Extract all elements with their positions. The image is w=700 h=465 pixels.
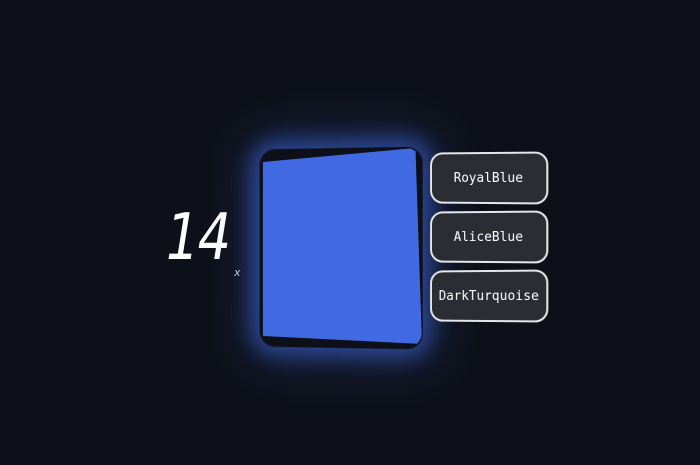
answer-option-aliceblue[interactable]: AliceBlue	[430, 210, 549, 264]
answer-option-royalblue[interactable]: RoyalBlue	[430, 151, 549, 205]
color-swatch	[262, 148, 422, 344]
streak-counter: 14	[166, 201, 231, 275]
color-swatch-card	[258, 148, 422, 348]
answer-options: RoyalBlue AliceBlue DarkTurquoise	[428, 151, 554, 329]
answer-option-darkturquoise[interactable]: DarkTurquoise	[430, 269, 549, 323]
streak-multiplier-suffix: x	[234, 266, 241, 279]
game-stage: 14 x RoyalBlue AliceBlue DarkTurquoise	[0, 0, 700, 465]
